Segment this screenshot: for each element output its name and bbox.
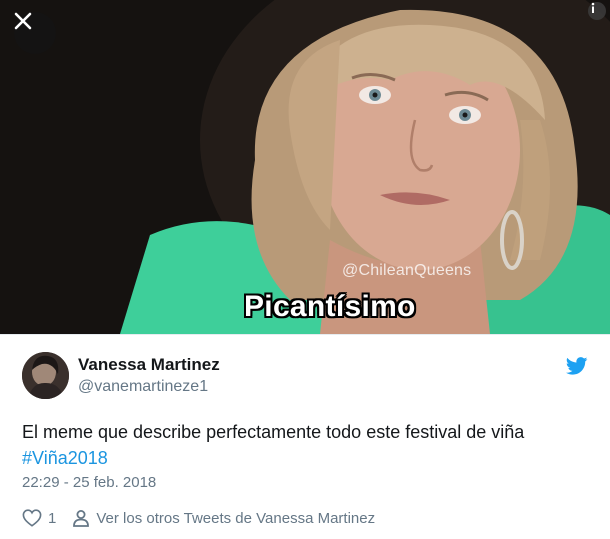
heart-icon [22,509,42,527]
twitter-bird-link[interactable] [565,357,588,380]
display-name[interactable]: Vanessa Martinez [78,355,220,375]
twitter-bird-icon [565,357,588,375]
meme-caption: Picantísimo [244,290,416,323]
tweet-body: El meme que describe perfectamente todo … [22,422,525,442]
avatar[interactable] [22,352,69,399]
meme-photo [0,0,610,334]
user-handle[interactable]: @vanemartineze1 [78,378,208,396]
tweet-timestamp[interactable]: 22:29 - 25 feb. 2018 [22,474,156,491]
tweet-media-image[interactable]: @ChileanQueens Picantísimo [0,0,610,334]
person-icon [22,352,69,399]
like-count: 1 [48,509,57,527]
close-icon [14,12,32,30]
hashtag-link[interactable]: #Viña2018 [22,448,108,468]
tweet-text: El meme que describe perfectamente todo … [22,419,592,471]
image-watermark: @ChileanQueens [342,262,472,279]
person-icon [73,510,90,527]
info-button[interactable] [588,2,606,20]
tweet-actions: 1 Ver los otros Tweets de Vanessa Martin… [22,507,375,529]
info-icon [591,2,595,13]
tweet-card: Vanessa Martinez @vanemartineze1 El meme… [0,334,610,539]
more-tweets-label: Ver los otros Tweets de Vanessa Martinez [96,509,376,527]
close-button[interactable] [14,12,56,54]
like-button[interactable]: 1 [22,509,56,527]
more-tweets-link[interactable]: Ver los otros Tweets de Vanessa Martinez [72,509,375,527]
